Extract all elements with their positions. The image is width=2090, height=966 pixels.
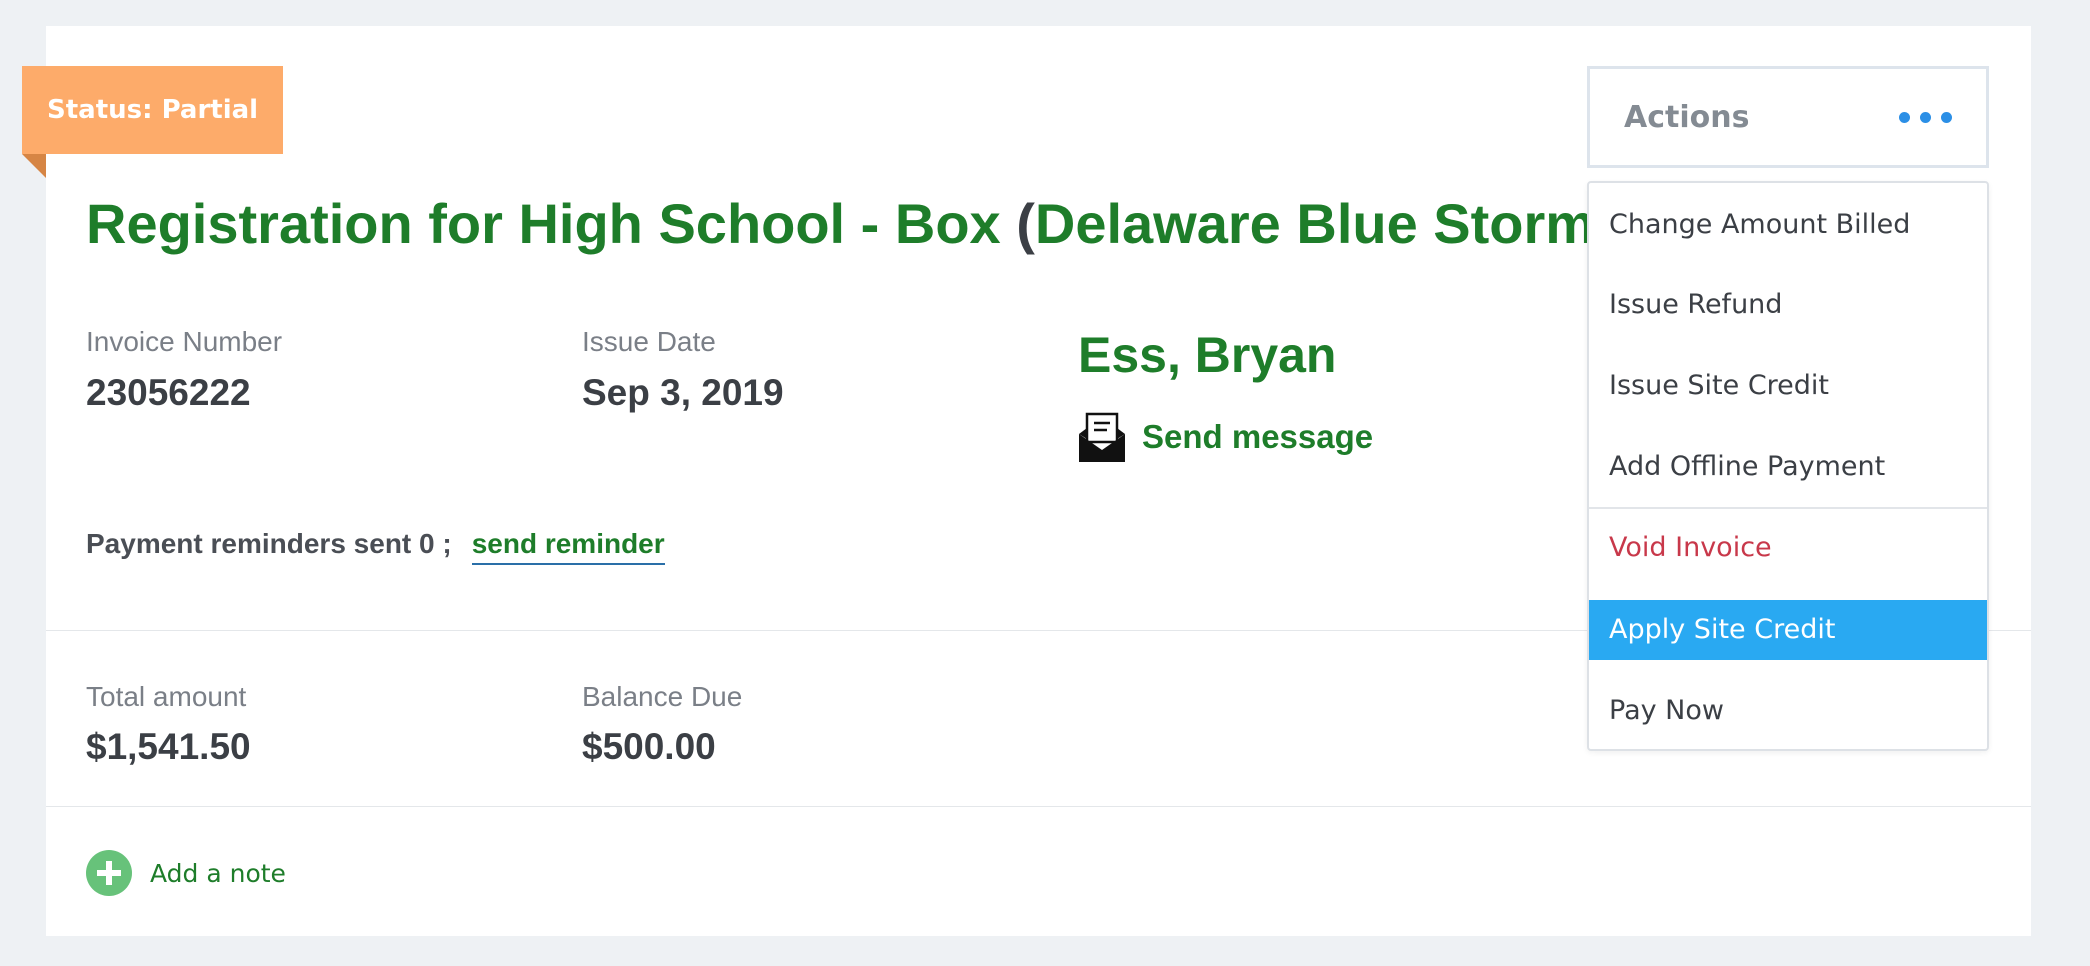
balance-due: $500.00: [582, 726, 716, 767]
send-reminder-link[interactable]: send reminder: [471, 528, 665, 565]
plus-circle-icon: [86, 850, 132, 896]
actions-label: Actions: [1624, 99, 1750, 135]
payment-reminders-text: Payment reminders sent 0 ;: [86, 528, 452, 559]
menu-item-apply-site-credit[interactable]: Apply Site Credit: [1589, 600, 1987, 660]
menu-item-add-offline-payment[interactable]: Add Offline Payment: [1589, 437, 1987, 497]
title-main: Registration for High School - Box: [86, 192, 1017, 255]
send-message-label: Send message: [1142, 418, 1374, 455]
issue-date-label: Issue Date: [582, 326, 716, 357]
balance-due-label: Balance Due: [582, 681, 743, 712]
add-note-label: Add a note: [150, 858, 286, 888]
menu-item-pay-now[interactable]: Pay Now: [1589, 681, 1987, 741]
actions-menu: Change Amount Billed Issue Refund Issue …: [1587, 181, 1989, 751]
menu-item-issue-refund[interactable]: Issue Refund: [1589, 275, 1987, 335]
payment-reminders: Payment reminders sent 0 ; send reminder: [86, 528, 665, 565]
menu-item-void-invoice[interactable]: Void Invoice: [1589, 518, 1987, 578]
total-amount-label: Total amount: [86, 681, 247, 712]
customer-name[interactable]: Ess, Bryan: [1078, 326, 1336, 384]
status-badge: Status: Partial: [22, 66, 284, 154]
title-team: Delaware Blue Storm: [1034, 192, 1596, 255]
total-amount: $1,541.50: [86, 726, 251, 767]
actions-button[interactable]: Actions: [1587, 66, 1989, 168]
section-divider: [46, 806, 2031, 807]
page-title: Registration for High School - Box (Dela…: [86, 188, 1614, 260]
add-note-button[interactable]: Add a note: [86, 850, 286, 896]
invoice-number: 23056222: [86, 372, 251, 413]
issue-date: Sep 3, 2019: [582, 372, 784, 413]
menu-item-issue-site-credit[interactable]: Issue Site Credit: [1589, 356, 1987, 416]
envelope-icon: [1079, 412, 1125, 462]
status-ribbon-fold: [22, 154, 46, 178]
send-message-link[interactable]: Send message: [1078, 412, 1373, 462]
title-open-paren: (: [1016, 192, 1035, 255]
menu-divider: [1589, 507, 1987, 509]
more-dots-icon: [1899, 111, 1952, 123]
invoice-number-label: Invoice Number: [86, 326, 283, 357]
menu-item-change-amount-billed[interactable]: Change Amount Billed: [1589, 195, 1987, 255]
